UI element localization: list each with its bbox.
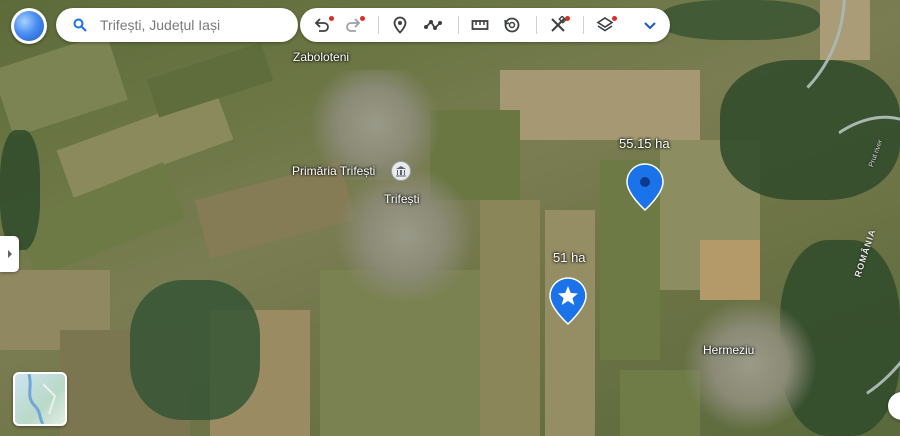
map-toolbar <box>300 8 670 42</box>
chevron-down-icon[interactable] <box>637 13 663 37</box>
toolbar-divider <box>378 16 379 34</box>
place-label-hermeziu: Hermeziu <box>703 343 755 357</box>
undo-icon[interactable] <box>309 13 335 37</box>
toolbar-divider <box>536 16 537 34</box>
place-label-primaria: Primăria Trifești <box>292 164 376 178</box>
village-area <box>330 170 480 300</box>
minimap-icon <box>27 374 57 424</box>
expand-panel-button[interactable] <box>0 236 19 272</box>
toolbar-divider <box>458 16 459 34</box>
tools-badge <box>565 16 570 21</box>
earth-logo-icon[interactable] <box>11 8 47 44</box>
pin-icon[interactable] <box>387 13 413 37</box>
minimap-thumbnail[interactable] <box>13 372 67 426</box>
ruler-icon[interactable] <box>467 13 493 37</box>
placemark-pin-dot[interactable] <box>626 163 664 216</box>
redo-icon[interactable] <box>340 13 366 37</box>
map-forest <box>130 280 260 420</box>
map-forest <box>0 130 40 250</box>
layers-icon[interactable] <box>592 13 618 37</box>
placemark-pin-star[interactable] <box>549 277 587 330</box>
search-icon[interactable] <box>66 18 94 32</box>
redo-badge <box>360 16 365 21</box>
area-label-south: 51 ha <box>553 250 586 265</box>
chevron-right-icon <box>7 250 12 258</box>
place-label-zaboloteni: Zaboloteni <box>293 50 350 64</box>
history-icon[interactable] <box>499 13 525 37</box>
area-label-north: 55.15 ha <box>619 136 670 151</box>
layers-badge <box>612 16 617 21</box>
search-bar[interactable]: Trifești, Județul Iași <box>56 8 298 42</box>
map-field <box>0 33 128 137</box>
map-field <box>480 200 540 436</box>
search-input[interactable]: Trifești, Județul Iași <box>100 17 220 33</box>
tools-icon[interactable] <box>545 13 571 37</box>
satellite-map[interactable]: Zaboloteni Primăria Trifești Trifești He… <box>0 0 900 436</box>
townhall-icon[interactable] <box>391 161 411 181</box>
path-icon[interactable] <box>420 13 446 37</box>
undo-badge <box>329 16 334 21</box>
place-label-trifesti: Trifești <box>384 192 420 206</box>
toolbar-divider <box>583 16 584 34</box>
